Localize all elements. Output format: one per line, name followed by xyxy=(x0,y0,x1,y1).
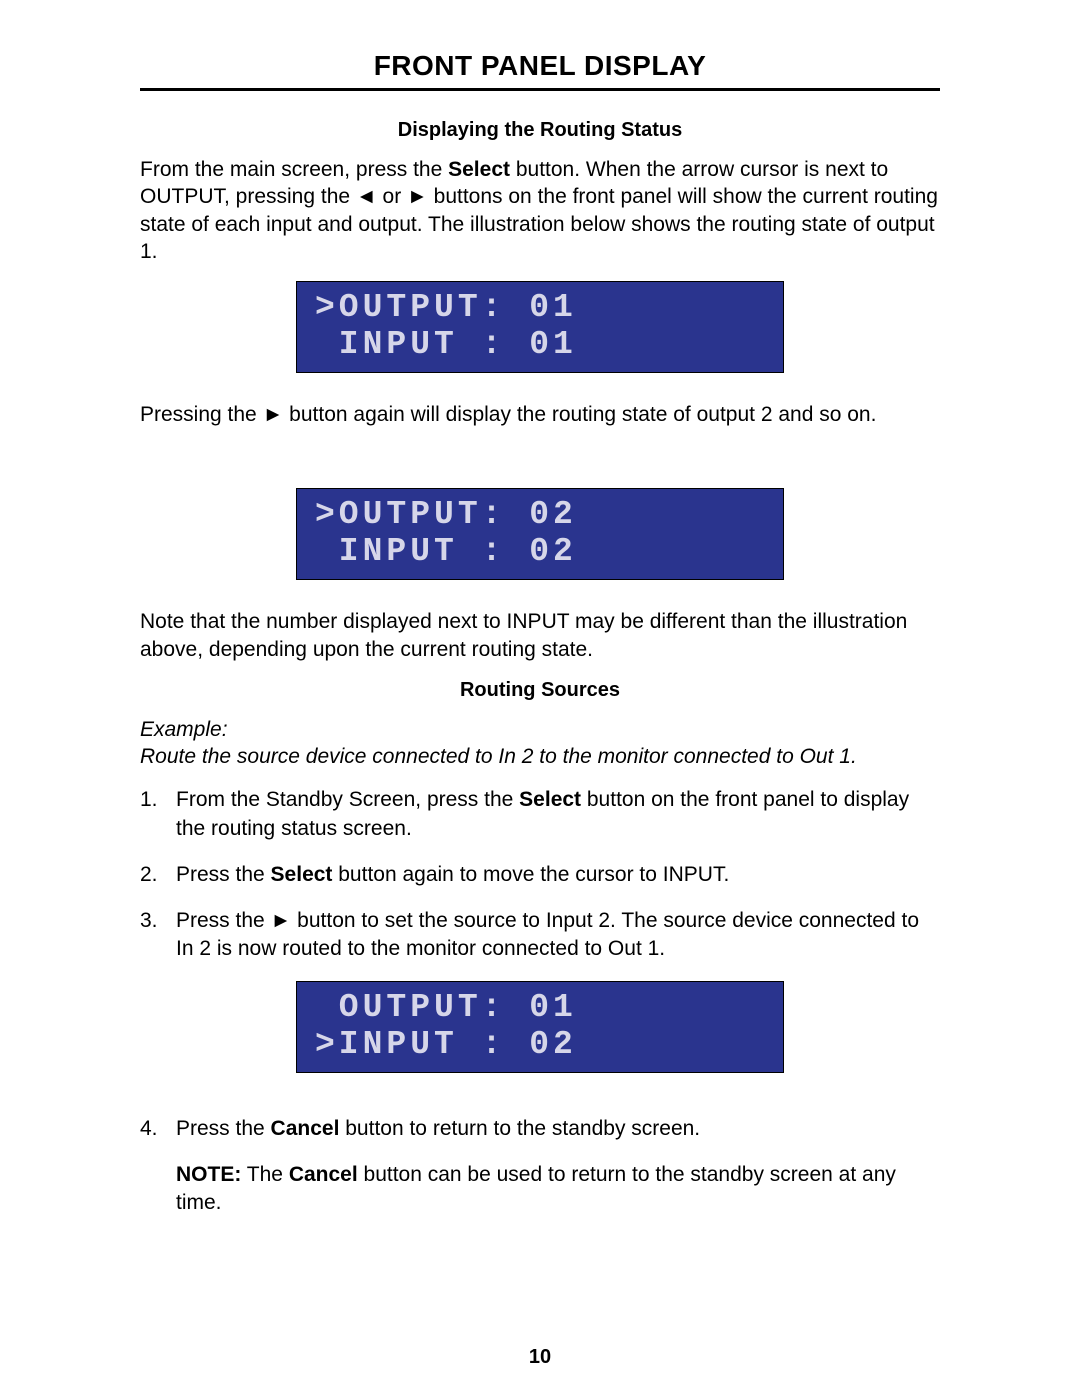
lcd-line: OUTPUT: 01 xyxy=(315,990,783,1027)
select-label: Select xyxy=(271,863,333,886)
ordered-list-cont: 4. Press the Cancel button to return to … xyxy=(140,1115,940,1217)
list-number: 2. xyxy=(140,861,176,889)
select-label: Select xyxy=(519,788,581,811)
list-item: NOTE: The Cancel button can be used to r… xyxy=(140,1161,940,1217)
list-body: Press the Cancel button to return to the… xyxy=(176,1115,940,1143)
text: From the main screen, press the xyxy=(140,158,448,181)
list-body: NOTE: The Cancel button can be used to r… xyxy=(176,1161,940,1217)
section-heading-routing-sources: Routing Sources xyxy=(140,679,940,702)
list-number xyxy=(140,1161,176,1217)
lcd-display-2: >OUTPUT: 02 INPUT : 02 xyxy=(296,488,784,580)
note-label: NOTE: xyxy=(176,1163,241,1186)
text: button again to move the cursor to INPUT… xyxy=(332,863,729,886)
lcd-line: >OUTPUT: 01 xyxy=(315,290,783,327)
text: Press the xyxy=(176,1117,271,1140)
list-number: 4. xyxy=(140,1115,176,1143)
section-heading-routing-status: Displaying the Routing Status xyxy=(140,119,940,142)
list-body: Press the ► button to set the source to … xyxy=(176,907,940,963)
text: From the Standby Screen, press the xyxy=(176,788,519,811)
list-body: Press the Select button again to move th… xyxy=(176,861,940,889)
list-item: 3. Press the ► button to set the source … xyxy=(140,907,940,963)
cancel-label: Cancel xyxy=(289,1163,358,1186)
lcd-display-3: OUTPUT: 01 >INPUT : 02 xyxy=(296,981,784,1073)
list-body: From the Standby Screen, press the Selec… xyxy=(176,786,940,842)
lcd-line: >INPUT : 02 xyxy=(315,1027,783,1064)
spacer xyxy=(140,1101,940,1115)
cancel-label: Cancel xyxy=(271,1117,340,1140)
list-item: 4. Press the Cancel button to return to … xyxy=(140,1115,940,1143)
list-item: 1. From the Standby Screen, press the Se… xyxy=(140,786,940,842)
ordered-list: 1. From the Standby Screen, press the Se… xyxy=(140,786,940,963)
lcd-line: INPUT : 02 xyxy=(315,534,783,571)
page-number: 10 xyxy=(0,1346,1080,1369)
text: The xyxy=(241,1163,288,1186)
spacer xyxy=(140,444,940,474)
example-text: Route the source device connected to In … xyxy=(140,745,857,768)
list-item: 2. Press the Select button again to move… xyxy=(140,861,940,889)
lcd-line: >OUTPUT: 02 xyxy=(315,497,783,534)
example-label: Example: xyxy=(140,718,228,741)
paragraph: From the main screen, press the Select b… xyxy=(140,156,940,265)
page: FRONT PANEL DISPLAY Displaying the Routi… xyxy=(0,0,1080,1397)
list-number: 1. xyxy=(140,786,176,842)
text: button to return to the standby screen. xyxy=(339,1117,700,1140)
page-title: FRONT PANEL DISPLAY xyxy=(140,50,940,91)
text: Press the xyxy=(176,863,271,886)
example-block: Example: Route the source device connect… xyxy=(140,716,940,771)
lcd-line: INPUT : 01 xyxy=(315,327,783,364)
select-label: Select xyxy=(448,158,510,181)
paragraph: Note that the number displayed next to I… xyxy=(140,608,940,663)
paragraph: Pressing the ► button again will display… xyxy=(140,401,940,428)
list-number: 3. xyxy=(140,907,176,963)
lcd-display-1: >OUTPUT: 01 INPUT : 01 xyxy=(296,281,784,373)
